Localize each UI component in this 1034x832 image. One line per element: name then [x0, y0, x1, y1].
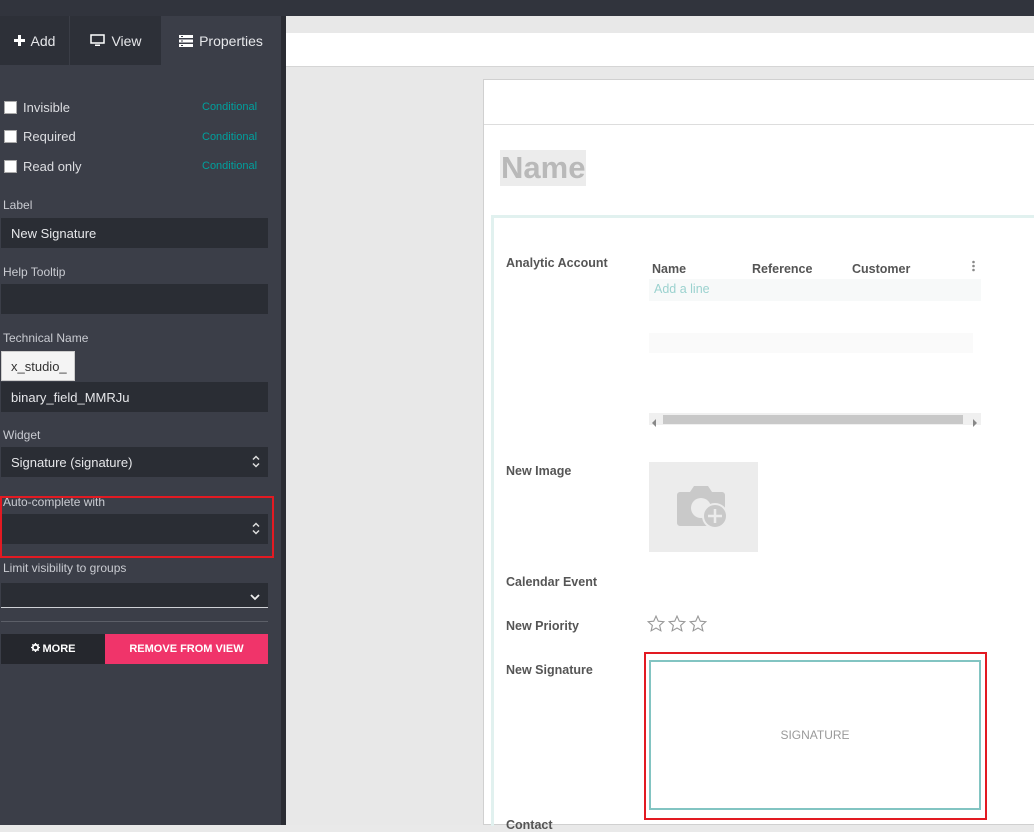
remove-from-view-button[interactable]: REMOVE FROM VIEW	[105, 634, 268, 664]
label-input[interactable]: New Signature	[1, 218, 268, 248]
studio-sidebar: Add View Properties Invisible Conditiona…	[0, 16, 285, 825]
required-label: Required	[23, 128, 76, 144]
invisible-checkbox[interactable]	[4, 100, 17, 114]
new-priority-label[interactable]: New Priority	[506, 619, 579, 633]
contact-label[interactable]: Contact	[506, 818, 553, 832]
arrow-right-icon[interactable]	[972, 415, 977, 430]
analytic-account-label[interactable]: Analytic Account	[506, 256, 608, 270]
readonly-checkbox[interactable]	[4, 159, 17, 173]
required-conditional-link[interactable]: Conditional	[202, 131, 257, 143]
statusbar-strip	[286, 33, 1034, 67]
more-button-label: MORE	[42, 643, 76, 655]
readonly-conditional-link[interactable]: Conditional	[202, 160, 257, 172]
widget-select-value: Signature (signature)	[11, 454, 133, 470]
technical-name-prefix: x_studio_	[1, 351, 75, 381]
image-placeholder[interactable]	[649, 462, 758, 552]
star-icon[interactable]	[668, 615, 686, 632]
chevron-down-icon	[250, 589, 260, 604]
priority-stars[interactable]	[647, 615, 707, 632]
divider	[1, 621, 268, 622]
highlight-box-autocomplete	[0, 496, 274, 558]
invisible-checkbox-row[interactable]: Invisible	[4, 98, 70, 116]
readonly-checkbox-row[interactable]: Read only	[4, 157, 82, 175]
groups-select[interactable]	[1, 583, 268, 608]
plus-icon	[13, 35, 25, 46]
sidebar-tabs: Add View Properties	[0, 16, 281, 65]
highlight-box-signature	[644, 652, 987, 820]
label-title: Label	[3, 198, 33, 212]
groups-title: Limit visibility to groups	[3, 561, 127, 575]
table-header-name: Name	[652, 262, 687, 276]
widget-select[interactable]: Signature (signature)	[1, 447, 268, 477]
table-header-reference: Reference	[752, 262, 813, 276]
form-sheet: Name Analytic Account Name Reference Cus…	[483, 79, 1034, 832]
invisible-conditional-link[interactable]: Conditional	[202, 101, 257, 113]
tab-add[interactable]: Add	[0, 16, 69, 65]
calendar-event-label[interactable]: Calendar Event	[506, 575, 597, 589]
widget-title: Widget	[3, 428, 41, 442]
gear-icon	[30, 643, 40, 655]
arrow-left-icon[interactable]	[652, 415, 657, 430]
horizontal-scrollbar[interactable]	[649, 413, 981, 427]
new-signature-label[interactable]: New Signature	[506, 663, 593, 677]
help-tooltip-title: Help Tooltip	[3, 265, 66, 279]
tab-add-label: Add	[30, 32, 56, 49]
properties-icon	[179, 34, 194, 47]
sheet-header	[484, 80, 1034, 125]
star-icon[interactable]	[647, 615, 665, 632]
monitor-icon	[90, 34, 106, 47]
required-checkbox[interactable]	[4, 129, 17, 143]
help-tooltip-input[interactable]	[1, 284, 268, 314]
more-button[interactable]: MORE	[1, 634, 105, 664]
camera-plus-icon	[676, 482, 732, 533]
scrollbar-thumb[interactable]	[663, 415, 963, 424]
technical-name-title: Technical Name	[3, 331, 89, 345]
new-image-label[interactable]: New Image	[506, 464, 571, 478]
updown-arrows-icon	[252, 454, 260, 472]
tab-properties[interactable]: Properties	[161, 16, 281, 65]
top-bar	[0, 0, 1034, 16]
invisible-label: Invisible	[23, 99, 70, 115]
required-checkbox-row[interactable]: Required	[4, 127, 76, 145]
kebab-menu-icon[interactable]	[972, 260, 975, 275]
form-editor-area: Name Analytic Account Name Reference Cus…	[286, 16, 1034, 832]
technical-name-input[interactable]: binary_field_MMRJu	[1, 382, 268, 412]
tab-view-label: View	[111, 32, 142, 49]
tab-properties-label: Properties	[199, 32, 263, 49]
table-empty-row	[649, 333, 973, 353]
tab-view[interactable]: View	[69, 16, 162, 65]
table-header-customer: Customer	[852, 262, 911, 276]
star-icon[interactable]	[689, 615, 707, 632]
add-a-line-link[interactable]: Add a line	[654, 282, 710, 296]
readonly-label: Read only	[23, 158, 82, 174]
add-a-line-row[interactable]: Add a line	[649, 279, 981, 301]
name-field-placeholder[interactable]: Name	[500, 150, 587, 186]
